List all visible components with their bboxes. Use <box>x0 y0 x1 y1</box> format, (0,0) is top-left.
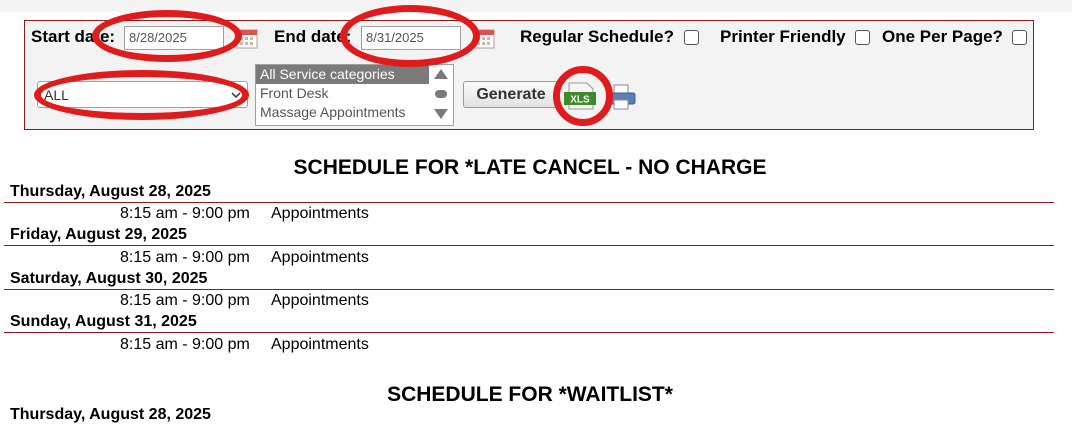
regular-schedule-label: Regular Schedule? <box>520 27 674 46</box>
list-item[interactable]: Massage Appointments <box>256 103 453 122</box>
day-label: Sunday, August 31, 2025 <box>10 313 197 330</box>
filter-panel: Start date: 8/28/2025 End date: 8/31/202… <box>24 20 1034 130</box>
staff-select[interactable]: ALL <box>37 81 248 108</box>
service-categories-list[interactable]: All Service categories Front Desk Massag… <box>255 64 454 126</box>
scroll-down-icon[interactable] <box>434 109 448 119</box>
slot-description: Appointments <box>271 249 369 266</box>
one-per-page-checkbox[interactable] <box>1012 30 1027 45</box>
calendar-icon[interactable] <box>472 26 496 50</box>
end-date-input[interactable]: 8/31/2025 <box>361 26 461 50</box>
chevron-down-icon <box>231 92 241 99</box>
slot-description: Appointments <box>271 292 369 309</box>
slot-time: 8:15 am - 9:00 pm <box>120 249 250 266</box>
start-date-label: Start date: <box>31 27 116 46</box>
scroll-thumb[interactable] <box>435 90 447 98</box>
calendar-icon[interactable] <box>235 26 259 50</box>
slot-time: 8:15 am - 9:00 pm <box>120 205 250 222</box>
top-strip <box>0 0 1072 12</box>
divider <box>4 289 1054 290</box>
schedule-title: SCHEDULE FOR *LATE CANCEL - NO CHARGE <box>293 156 767 179</box>
start-date-input[interactable]: 8/28/2025 <box>124 26 224 50</box>
schedule-title: SCHEDULE FOR *WAITLIST* <box>387 383 673 406</box>
printer-icon[interactable] <box>607 83 637 111</box>
day-label: Thursday, August 28, 2025 <box>10 406 211 423</box>
printer-friendly-label: Printer Friendly <box>720 27 846 46</box>
slot-description: Appointments <box>271 336 369 353</box>
generate-button[interactable]: Generate <box>463 81 559 108</box>
list-item[interactable]: Front Desk <box>256 84 453 103</box>
day-label: Friday, August 29, 2025 <box>10 226 187 243</box>
divider <box>4 245 1054 246</box>
slot-description: Appointments <box>271 205 369 222</box>
scroll-up-icon[interactable] <box>434 69 448 79</box>
slot-time: 8:15 am - 9:00 pm <box>120 336 250 353</box>
xls-export-icon[interactable]: XLS <box>563 81 597 111</box>
slot-time: 8:15 am - 9:00 pm <box>120 292 250 309</box>
staff-select-value: ALL <box>44 87 69 103</box>
regular-schedule-checkbox[interactable] <box>684 30 699 45</box>
printer-friendly-checkbox[interactable] <box>855 30 870 45</box>
scrollbar[interactable] <box>429 65 453 125</box>
divider <box>4 202 1054 203</box>
day-label: Thursday, August 28, 2025 <box>10 183 211 200</box>
end-date-label: End date: <box>274 27 352 46</box>
one-per-page-label: One Per Page? <box>882 27 1003 46</box>
list-item[interactable]: All Service categories <box>256 65 429 84</box>
day-label: Saturday, August 30, 2025 <box>10 270 208 287</box>
svg-text:XLS: XLS <box>570 95 590 106</box>
divider <box>4 332 1054 333</box>
